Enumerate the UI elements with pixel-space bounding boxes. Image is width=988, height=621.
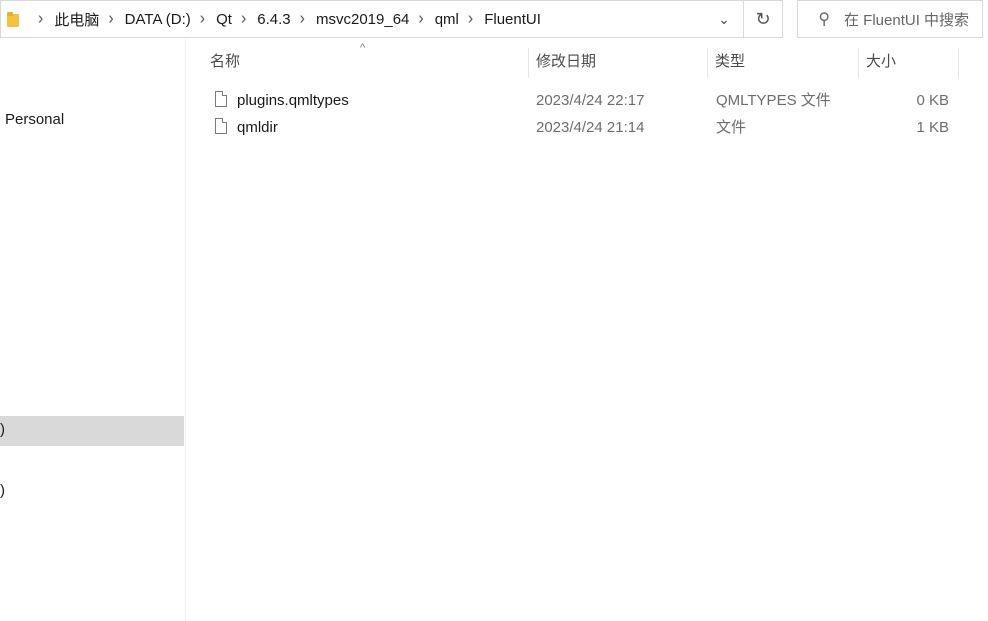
chevron-right-icon[interactable]: › — [241, 10, 246, 28]
file-size: 1 KB — [916, 119, 949, 136]
file-icon — [215, 118, 227, 134]
refresh-icon: ↻ — [755, 8, 771, 29]
column-header-name[interactable]: 名称 — [202, 44, 528, 80]
chevron-right-icon[interactable]: › — [468, 10, 473, 28]
file-name: qmldir — [237, 119, 278, 136]
chevron-right-icon[interactable]: › — [108, 10, 113, 28]
file-type: 文件 — [716, 119, 747, 136]
breadcrumb-data-drive[interactable]: DATA (D:) — [125, 11, 191, 28]
search-box[interactable]: ⚲ 在 FluentUI 中搜索 — [797, 0, 983, 38]
address-bar[interactable]: › 此电脑 › DATA (D:) › Qt › 6.4.3 › msvc201… — [0, 0, 783, 38]
column-divider[interactable] — [958, 48, 959, 78]
folder-icon — [7, 11, 19, 27]
breadcrumb-qml[interactable]: qml — [435, 11, 459, 28]
nav-item-personal[interactable]: Personal — [5, 111, 189, 133]
column-header-date-modified[interactable]: 修改日期 — [528, 44, 707, 80]
breadcrumb-qt[interactable]: Qt — [216, 11, 232, 28]
search-placeholder: 在 FluentUI 中搜索 — [844, 11, 970, 29]
chevron-right-icon[interactable]: › — [300, 10, 305, 28]
chevron-right-icon[interactable]: › — [418, 10, 423, 28]
breadcrumb-msvc[interactable]: msvc2019_64 — [316, 11, 409, 28]
nav-item-label: Personal — [5, 111, 65, 128]
nav-item-label: ) — [0, 421, 5, 438]
column-header-size[interactable]: 大小 — [858, 44, 958, 80]
breadcrumb-version[interactable]: 6.4.3 — [257, 11, 290, 28]
chevron-down-icon: ⌄ — [718, 10, 730, 27]
column-headers: 名称 修改日期 类型 大小 — [0, 44, 988, 80]
breadcrumb: › 此电脑 › DATA (D:) › Qt › 6.4.3 › msvc201… — [1, 1, 705, 37]
file-size: 0 KB — [916, 92, 949, 109]
navigation-pane[interactable]: Personal ) ) — [0, 39, 186, 621]
breadcrumb-this-pc[interactable]: 此电脑 — [54, 9, 99, 30]
nav-item-selected[interactable]: ) — [0, 416, 184, 446]
file-date-modified: 2023/4/24 22:17 — [536, 92, 645, 109]
file-icon — [215, 91, 227, 107]
file-name: plugins.qmltypes — [237, 92, 349, 109]
file-date-modified: 2023/4/24 21:14 — [536, 119, 645, 136]
breadcrumb-fluentui[interactable]: FluentUI — [484, 11, 541, 28]
file-row[interactable]: qmldir 2023/4/24 21:14 文件 1 KB — [195, 114, 965, 141]
file-type: QMLTYPES 文件 — [716, 92, 831, 109]
search-icon: ⚲ — [818, 11, 830, 28]
address-history-dropdown[interactable]: ⌄ — [705, 1, 743, 37]
refresh-button[interactable]: ↻ — [743, 1, 782, 37]
file-row[interactable]: plugins.qmltypes 2023/4/24 22:17 QMLTYPE… — [195, 87, 965, 114]
nav-item-label: ) — [0, 482, 5, 499]
chevron-right-icon[interactable]: › — [200, 10, 205, 28]
chevron-right-icon[interactable]: › — [38, 10, 43, 28]
nav-item[interactable]: ) — [0, 482, 184, 504]
column-header-type[interactable]: 类型 — [707, 44, 858, 80]
